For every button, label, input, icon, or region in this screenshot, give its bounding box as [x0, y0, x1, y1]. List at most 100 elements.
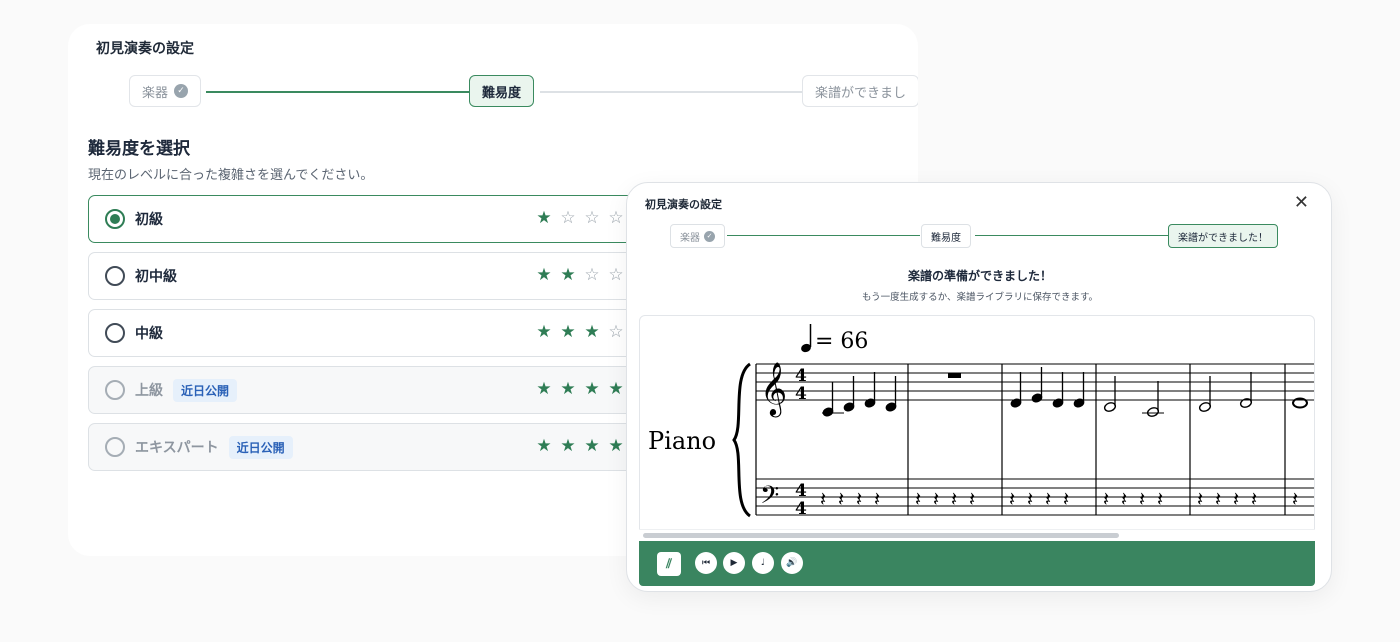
star-rating: ★ ★ ★ ★ [535, 436, 625, 456]
star-filled-icon: ★ [584, 436, 600, 456]
svg-text:𝄽: 𝄽 [1157, 487, 1163, 511]
treble-clef: 𝄞 [760, 361, 787, 417]
step-instrument[interactable]: 楽器 ✓ [129, 75, 202, 107]
svg-text:𝄽: 𝄽 [915, 487, 921, 511]
dialog-subheading: もう一度生成するか、楽譜ライブラリに保存できます。 [861, 292, 1099, 303]
svg-text:𝄽: 𝄽 [1103, 487, 1109, 511]
step-score-ready[interactable]: 楽譜ができました！ [1168, 224, 1278, 248]
volume-icon[interactable]: 🔊 [781, 552, 803, 574]
star-empty-icon: ☆ [584, 208, 600, 228]
option-label: 初級 [135, 212, 163, 228]
radio-unselected[interactable] [105, 323, 125, 343]
time-signature-top: 4 [795, 481, 807, 501]
radio-disabled [105, 380, 125, 400]
measure-5-notes [1198, 372, 1253, 412]
stepper-line-pending [540, 91, 804, 93]
dialog-heading: 楽譜の準備ができました！ [907, 269, 1052, 283]
star-rating: ★ ★ ☆ ☆ [535, 265, 625, 285]
step-score-ready[interactable]: 楽譜ができまし [802, 75, 918, 107]
difficulty-option-beginner[interactable]: 初級 ★ ☆ ☆ ☆ [88, 195, 688, 243]
radio-selected[interactable] [105, 209, 125, 229]
tempo-marking: = 66 [815, 329, 868, 354]
time-signature-bottom: 4 [795, 499, 807, 519]
star-rating: ★ ★ ★ ☆ [535, 322, 625, 342]
svg-text:𝄽: 𝄽 [1139, 487, 1145, 511]
star-filled-icon: ★ [584, 322, 600, 342]
section-heading: 難易度を選択 [88, 139, 190, 159]
star-filled-icon: ★ [560, 379, 576, 399]
svg-text:𝄽: 𝄽 [969, 487, 975, 511]
svg-text:𝄽: 𝄽 [933, 487, 939, 511]
step-difficulty[interactable]: 難易度 [469, 75, 535, 107]
horizontal-scrollbar[interactable] [639, 529, 1315, 541]
difficulty-option-expert: エキスパート 近日公開 ★ ★ ★ ★ [88, 423, 688, 471]
step-label: 楽器 [142, 85, 169, 101]
svg-text:𝄽: 𝄽 [1045, 487, 1051, 511]
svg-text:𝄽: 𝄽 [1233, 487, 1239, 511]
step-difficulty[interactable]: 難易度 [921, 224, 971, 248]
option-label: 初中級 [135, 269, 177, 285]
playback-toolbar: ⫽ ⏮ ▶ ♩ 🔊 [639, 541, 1315, 586]
bass-clef: 𝄢 [760, 481, 779, 516]
star-empty-icon: ☆ [608, 208, 624, 228]
stepper-line [727, 235, 920, 236]
svg-text:𝄽: 𝄽 [1063, 487, 1069, 511]
star-filled-icon: ★ [584, 379, 600, 399]
metronome-icon[interactable]: ♩ [752, 552, 774, 574]
svg-text:𝄽: 𝄽 [1215, 487, 1221, 511]
stepper-line [975, 235, 1168, 236]
close-icon[interactable]: ✕ [1294, 193, 1309, 213]
app-logo-icon[interactable]: ⫽ [657, 552, 681, 576]
svg-text:𝄽: 𝄽 [1251, 487, 1257, 511]
sheet-music-svg: = 66 Piano 𝄞 𝄢 4 4 4 4 𝄽 𝄽 𝄽 𝄽 𝄽 𝄽 𝄽 𝄽 𝄽… [648, 324, 1314, 519]
skip-back-icon[interactable]: ⏮ [695, 552, 717, 574]
svg-text:𝄽: 𝄽 [1121, 487, 1127, 511]
measure-1-notes [822, 372, 897, 417]
star-rating: ★ ☆ ☆ ☆ [535, 208, 625, 228]
bass-quarter-rests: 𝄽 𝄽 𝄽 𝄽 𝄽 𝄽 𝄽 𝄽 𝄽 𝄽 𝄽 𝄽 𝄽 𝄽 𝄽 𝄽 𝄽 𝄽 𝄽 𝄽 𝄽 [820, 487, 1298, 511]
star-filled-icon: ★ [560, 436, 576, 456]
time-signature-bottom: 4 [795, 384, 807, 404]
svg-text:𝄽: 𝄽 [1027, 487, 1033, 511]
option-label: 中級 [135, 326, 163, 342]
coming-soon-badge: 近日公開 [173, 378, 238, 402]
radio-disabled [105, 437, 125, 457]
difficulty-option-intermediate[interactable]: 中級 ★ ★ ★ ☆ [88, 309, 688, 357]
instrument-label: Piano [648, 427, 716, 455]
step-label: 難易度 [931, 232, 961, 244]
option-label: エキスパート [135, 440, 219, 456]
scrollbar-thumb[interactable] [643, 533, 1119, 538]
svg-text:𝄽: 𝄽 [1009, 487, 1015, 511]
time-signature-top: 4 [795, 366, 807, 386]
check-circle-icon: ✓ [174, 84, 189, 98]
play-icon[interactable]: ▶ [723, 552, 745, 574]
star-filled-icon: ★ [608, 379, 624, 399]
option-label: 上級 [135, 383, 163, 399]
star-empty-icon: ☆ [608, 322, 624, 342]
star-empty-icon: ☆ [608, 265, 624, 285]
svg-text:𝄽: 𝄽 [820, 487, 826, 511]
check-circle-icon: ✓ [704, 230, 715, 242]
stepper-line-complete [206, 91, 470, 93]
panel-title: 初見演奏の設定 [96, 41, 194, 57]
step-label: 楽器 [680, 232, 700, 244]
svg-text:𝄽: 𝄽 [1292, 487, 1298, 511]
star-empty-icon: ☆ [560, 208, 576, 228]
radio-unselected[interactable] [105, 266, 125, 286]
step-label: 楽譜ができました！ [1178, 232, 1268, 244]
dialog-title: 初見演奏の設定 [645, 198, 722, 211]
score-ready-dialog: 初見演奏の設定 ✕ 楽器 ✓ 難易度 楽譜ができました！ 楽譜の準備ができました… [626, 182, 1332, 592]
staff-brace [732, 362, 752, 518]
star-rating: ★ ★ ★ ★ [535, 379, 625, 399]
difficulty-option-advanced: 上級 近日公開 ★ ★ ★ ★ [88, 366, 688, 414]
svg-text:𝄽: 𝄽 [856, 487, 862, 511]
step-label: 楽譜ができまし [815, 85, 907, 101]
sheet-music-view[interactable]: = 66 Piano 𝄞 𝄢 4 4 4 4 𝄽 𝄽 𝄽 𝄽 𝄽 𝄽 𝄽 𝄽 𝄽… [639, 315, 1315, 541]
coming-soon-badge: 近日公開 [228, 435, 293, 459]
step-instrument[interactable]: 楽器 ✓ [670, 224, 725, 248]
svg-text:𝄽: 𝄽 [838, 487, 844, 511]
section-subheading: 現在のレベルに合った複雑さを選んでください。 [88, 168, 374, 183]
star-filled-icon: ★ [560, 322, 576, 342]
svg-text:𝄽: 𝄽 [874, 487, 880, 511]
difficulty-option-elementary[interactable]: 初中級 ★ ★ ☆ ☆ [88, 252, 688, 300]
